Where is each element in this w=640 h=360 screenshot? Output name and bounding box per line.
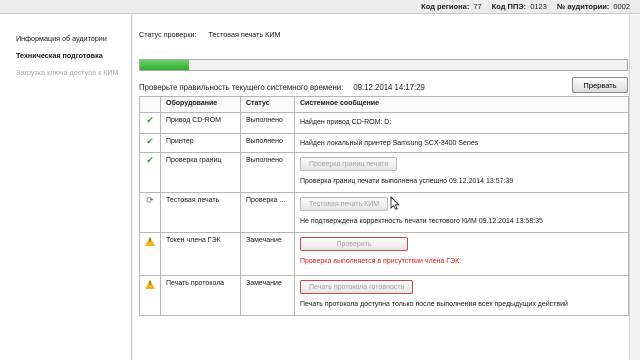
row-equipment: Проверка границ (160, 152, 241, 193)
row-equipment: Токен члена ГЭК (160, 232, 241, 276)
refresh-icon: ⟳ (146, 196, 154, 206)
main-panel: Статус проверки: Тестовая печать КИМ Про… (139, 15, 629, 360)
row-message: Проверка выполняется в присутствии члена… (300, 258, 462, 265)
print-protocol-button[interactable]: Печать протокола готовности (300, 280, 414, 294)
verify-token-button[interactable]: Проверить (300, 237, 408, 251)
row-status: Выполнено (240, 152, 295, 193)
row-equipment: Тестовая печать (160, 192, 241, 233)
table-row: ✔ Принтер Выполнено Найден локальный при… (139, 133, 629, 153)
region-code: Код региона: 77 (421, 2, 482, 11)
sidebar-item-key-upload: Загрузка ключа доступа к КИМ (16, 68, 119, 77)
check-icon: ✔ (146, 116, 154, 126)
test-print-button[interactable]: Тестовая печать КИМ (300, 197, 389, 211)
room-number: № аудитории: 0002 (557, 2, 630, 11)
header-equipment: Оборудование (160, 96, 241, 113)
row-equipment: Печать протокола (160, 275, 241, 316)
row-status: Выполнено (240, 133, 295, 153)
row-status: Выполнено (240, 112, 295, 134)
ppe-code-label: Код ППЭ: (491, 2, 527, 11)
room-number-value: 0002 (613, 2, 630, 11)
table-row: Токен члена ГЭК Замечание Проверить Пров… (139, 232, 629, 276)
check-status-value: Тестовая печать КИМ (208, 30, 281, 39)
sidebar-item-tech-prep[interactable]: Техническая подготовка (0, 47, 131, 64)
check-status-label: Статус проверки: (139, 30, 197, 39)
header-status: Статус (240, 96, 295, 113)
row-status: Замечание (240, 275, 295, 316)
header-message: Системное сообщение (294, 96, 629, 113)
progress-fill (140, 60, 189, 70)
table-row: ⟳ Тестовая печать Проверка ... Тестовая … (139, 192, 629, 233)
interrupt-button[interactable]: Прервать (572, 77, 628, 93)
warning-icon (145, 280, 155, 289)
print-margins-button[interactable]: Проверка границ печати (300, 157, 398, 171)
sidebar: Информация об аудитории Техническая подг… (0, 15, 132, 360)
region-code-value: 77 (473, 2, 482, 11)
warning-icon (145, 237, 155, 246)
equipment-table: Оборудование Статус Системное сообщение … (139, 96, 629, 316)
progress-bar (139, 59, 628, 71)
row-status: Замечание (240, 232, 295, 276)
row-message: Не подтверждена корректность печати тест… (300, 218, 543, 225)
row-message: Найден локальный принтер Samsung SCX-340… (300, 140, 479, 147)
check-icon: ✔ (146, 156, 154, 166)
system-time-label: Проверьте правильность текущего системно… (139, 83, 344, 92)
region-code-label: Код региона: (421, 2, 470, 11)
row-message: Печать протокола доступна только после в… (300, 301, 568, 308)
table-header-row: Оборудование Статус Системное сообщение (139, 96, 629, 113)
table-row: ✔ Привод CD-ROM Выполнено Найден привод … (139, 112, 629, 134)
ppe-code-value: 0123 (530, 2, 547, 11)
row-equipment: Принтер (160, 133, 241, 153)
row-message: Проверка границ печати выполнена успешно… (300, 178, 514, 185)
system-time-row: Проверьте правильность текущего системно… (139, 83, 425, 92)
check-icon: ✔ (146, 137, 154, 147)
row-status: Проверка ... (240, 192, 295, 233)
row-message: Найден привод CD-ROM: D: (300, 119, 392, 126)
right-gutter (629, 15, 640, 360)
table-row: Печать протокола Замечание Печать проток… (139, 275, 629, 316)
system-time-value: 09.12.2014 14:17:29 (353, 83, 425, 92)
sidebar-item-room-info[interactable]: Информация об аудитории (0, 30, 131, 47)
header-bar: Код региона: 77 Код ППЭ: 0123 № аудитори… (0, 0, 640, 14)
table-row: ✔ Проверка границ Выполнено Проверка гра… (139, 152, 629, 193)
header-icon-col (139, 96, 161, 113)
ppe-code: Код ППЭ: 0123 (492, 2, 547, 11)
mouse-cursor-icon (390, 196, 400, 210)
check-status: Статус проверки: Тестовая печать КИМ (139, 30, 281, 39)
row-equipment: Привод CD-ROM (160, 112, 241, 134)
room-number-label: № аудитории: (556, 2, 610, 11)
